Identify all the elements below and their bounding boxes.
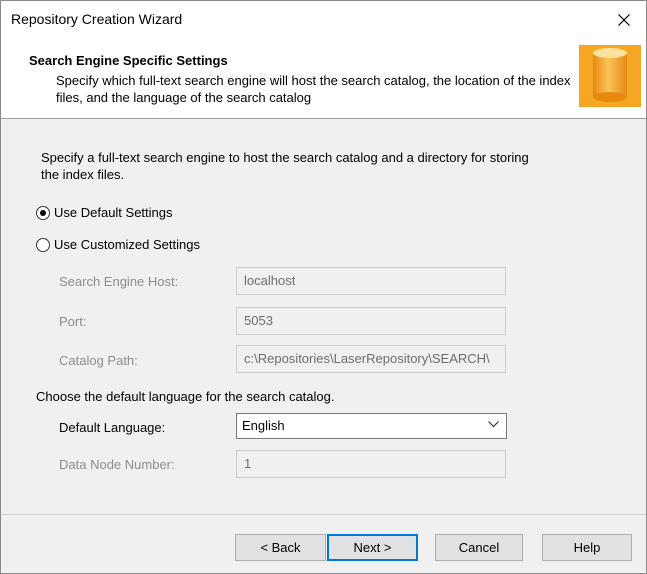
search-engine-host-input[interactable]: localhost [236,267,506,295]
search-engine-host-label: Search Engine Host: [59,274,179,289]
catalog-path-label: Catalog Path: [59,353,138,368]
language-prompt: Choose the default language for the sear… [36,389,335,404]
customized-settings-label: Use Customized Settings [54,237,200,252]
wizard-header: Search Engine Specific Settings Specify … [1,38,646,119]
title-bar: Repository Creation Wizard [1,1,646,38]
radio-unselected-icon [36,237,50,252]
customized-settings-radio[interactable]: Use Customized Settings [36,237,200,252]
cancel-button[interactable]: Cancel [435,534,523,561]
default-language-label: Default Language: [59,420,166,435]
help-button[interactable]: Help [542,534,632,561]
chevron-down-icon [488,421,499,428]
default-language-value: English [242,418,285,433]
close-button[interactable] [602,1,646,38]
wizard-window: Repository Creation Wizard Search Engine… [0,0,647,574]
window-title: Repository Creation Wizard [11,11,183,27]
close-icon [618,13,630,26]
default-settings-label: Use Default Settings [54,205,173,220]
database-icon [579,45,641,107]
back-button[interactable]: < Back [235,534,326,561]
default-settings-radio[interactable]: Use Default Settings [36,205,173,220]
next-button[interactable]: Next > [327,534,418,561]
default-language-select[interactable]: English [236,413,507,439]
port-input[interactable]: 5053 [236,307,506,335]
data-node-number-input[interactable]: 1 [236,450,506,478]
header-description: Specify which full-text search engine wi… [56,73,571,105]
catalog-path-input[interactable]: c:\Repositories\LaserRepository\SEARCH\ [236,345,506,373]
port-label: Port: [59,314,87,329]
intro-text: Specify a full-text search engine to hos… [41,150,529,182]
data-node-number-label: Data Node Number: [59,457,175,472]
footer-separator [1,514,646,515]
radio-selected-icon [36,205,50,220]
header-title: Search Engine Specific Settings [29,53,228,68]
